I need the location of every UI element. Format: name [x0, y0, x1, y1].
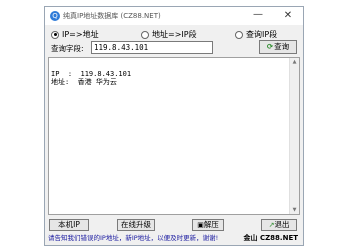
vertical-scrollbar[interactable]: ▲ ▼ — [289, 58, 299, 214]
local-ip-button[interactable]: 本机IP — [49, 219, 89, 231]
radio-selected-icon[interactable] — [51, 30, 59, 39]
online-update-button[interactable]: 在线升级 — [117, 219, 155, 231]
radio-unselected-icon[interactable] — [141, 30, 149, 39]
minimize-button[interactable]: — — [251, 9, 265, 23]
title-bar[interactable]: Q 纯真IP地址数据库 (CZ88.NET) — ✕ — [45, 7, 303, 25]
radio-unselected-icon[interactable] — [235, 30, 243, 39]
result-ip-line: IP : 119.8.43.101 — [51, 70, 132, 78]
exit-button[interactable]: ↗退出 — [261, 219, 297, 231]
result-text: IP : 119.8.43.101 地址: 香港 华为云 — [51, 70, 131, 86]
mode-query-ip-range[interactable]: 查询IP段 — [235, 29, 277, 40]
mode-ip-to-address[interactable]: IP=>地址 — [51, 29, 99, 40]
search-button-label: 查询 — [274, 42, 290, 51]
app-logo-icon: Q — [50, 11, 60, 21]
query-input[interactable]: 119.8.43.101 — [91, 41, 213, 54]
scroll-up-icon[interactable]: ▲ — [290, 59, 299, 65]
exit-button-label: 退出 — [274, 220, 290, 229]
status-bar: 请告知我们错误的IP地址，新IP地址，以便及时更新，谢谢! 金山 CZ88.NE… — [48, 233, 300, 244]
window-title: 纯真IP地址数据库 (CZ88.NET) — [63, 12, 161, 20]
extract-button[interactable]: ▣解压 — [192, 219, 224, 231]
query-label: 查询字段: — [51, 44, 84, 53]
app-window: Q 纯真IP地址数据库 (CZ88.NET) — ✕ IP=>地址 地址=>IP… — [44, 6, 304, 246]
mode-label: 查询IP段 — [246, 30, 278, 39]
refresh-icon: ⟳ — [266, 42, 274, 51]
result-address-line: 地址: 香港 华为云 — [51, 78, 117, 86]
mode-label: IP=>地址 — [62, 30, 99, 39]
status-notice[interactable]: 请告知我们错误的IP地址，新IP地址，以便及时更新，谢谢! — [48, 234, 218, 242]
mode-label: 地址=>IP段 — [152, 30, 197, 39]
search-button[interactable]: ⟳查询 — [259, 40, 297, 54]
close-button[interactable]: ✕ — [281, 9, 295, 23]
mode-address-to-ip[interactable]: 地址=>IP段 — [141, 29, 197, 40]
status-brand: 金山 CZ88.NET — [243, 234, 298, 242]
save-icon: ▣ — [197, 221, 204, 229]
result-area[interactable]: IP : 119.8.43.101 地址: 香港 华为云 ▲ ▼ — [48, 57, 300, 215]
scroll-down-icon[interactable]: ▼ — [290, 207, 299, 213]
extract-button-label: 解压 — [203, 220, 219, 229]
